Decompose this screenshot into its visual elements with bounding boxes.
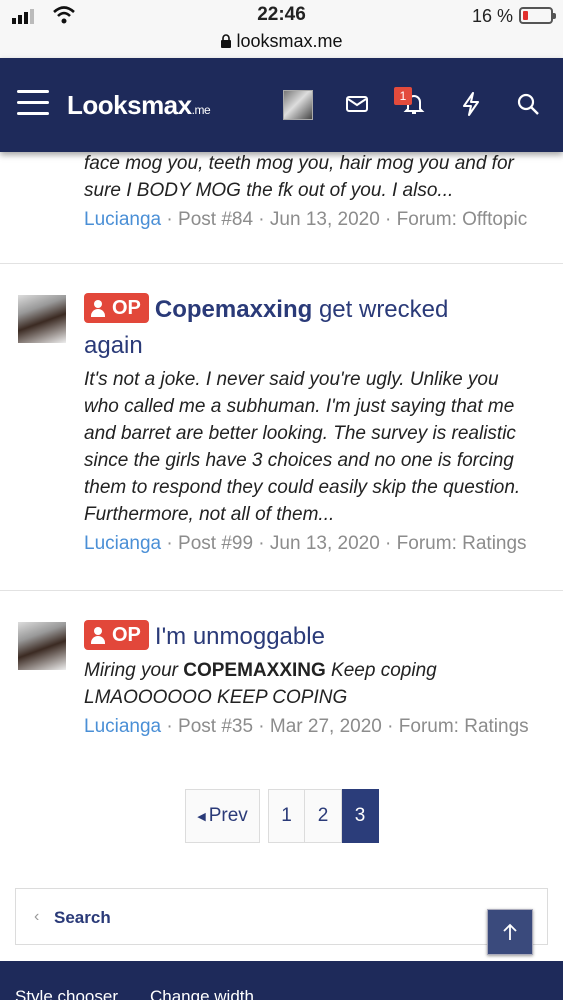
notification-count-badge: 1 [394,87,412,105]
post-number[interactable]: Post #99 [178,533,253,554]
search-results: face mog you, teeth mog you, hair mog yo… [0,152,563,781]
post-meta: Lucianga · Post #35 · Mar 27, 2020 · For… [84,716,529,737]
avatar[interactable] [18,295,66,343]
battery-icon [519,7,556,24]
post-title[interactable]: OP Copemaxxing get wrecked again [84,292,554,364]
lightning-icon[interactable] [460,92,482,116]
chevron-left-icon: ‹ [34,908,40,925]
search-result[interactable]: face mog you, teeth mog you, hair mog yo… [0,152,563,264]
post-number[interactable]: Post #84 [178,209,253,230]
author-link[interactable]: Lucianga [84,533,161,554]
post-snippet: Miring your COPEMAXXING Keep coping LMAO… [84,660,437,708]
caret-left-icon: ◀ [197,810,206,823]
author-link[interactable]: Lucianga [84,209,161,230]
status-bar: 22:46 looksmax.me 16 % [0,0,563,58]
menu-icon[interactable] [17,90,49,116]
search-result[interactable]: OP Copemaxxing get wrecked again It's not … [0,264,563,591]
footer: Style chooser Change width [0,961,563,1006]
post-meta: Lucianga · Post #84 · Jun 13, 2020 · For… [84,209,528,230]
post-snippet: It's not a joke. I never said you're ugl… [84,369,521,525]
url-text: looksmax.me [236,31,343,51]
search-link[interactable]: Search [54,908,111,928]
pagination: ◀ Prev 1 2 3 [185,789,379,843]
page-1-button[interactable]: 1 [268,789,305,843]
mail-icon[interactable] [345,92,369,116]
user-icon [90,300,106,317]
op-badge: OP [84,620,149,650]
post-meta: Lucianga · Post #99 · Jun 13, 2020 · For… [84,533,527,554]
post-number[interactable]: Post #35 [178,716,253,737]
page-2-button[interactable]: 2 [305,789,342,843]
post-date: Jun 13, 2020 [269,209,380,230]
change-width-link[interactable]: Change width [150,987,254,1007]
battery-percent: 16 % [471,6,513,26]
search-icon[interactable] [516,92,540,116]
author-link[interactable]: Lucianga [84,716,161,737]
top-navbar: Looksmax.me 1 [0,58,563,152]
user-icon [90,627,106,644]
prev-page-button[interactable]: ◀ Prev [185,789,260,843]
arrow-up-icon [503,923,517,940]
op-badge: OP [84,293,149,323]
search-breadcrumb[interactable]: ‹ Search [15,888,548,945]
url-bar[interactable]: looksmax.me [0,31,563,52]
search-result[interactable]: OP I'm unmoggable Miring your COPEMAXXING… [0,591,563,781]
forum-link[interactable]: Forum: Ratings [397,533,527,554]
style-chooser-link[interactable]: Style chooser [15,987,118,1007]
post-title[interactable]: OP I'm unmoggable [84,619,554,655]
avatar[interactable] [18,622,66,670]
forum-link[interactable]: Forum: Ratings [399,716,529,737]
forum-link[interactable]: Forum: Offtopic [397,209,528,230]
lock-icon [221,34,232,48]
scroll-to-top-button[interactable] [487,909,533,955]
post-date: Jun 13, 2020 [269,533,380,554]
post-date: Mar 27, 2020 [269,716,382,737]
post-snippet: face mog you, teeth mog you, hair mog yo… [84,153,514,201]
page-3-button[interactable]: 3 [342,789,379,843]
avatar[interactable] [283,90,313,120]
site-logo[interactable]: Looksmax.me [67,90,211,121]
